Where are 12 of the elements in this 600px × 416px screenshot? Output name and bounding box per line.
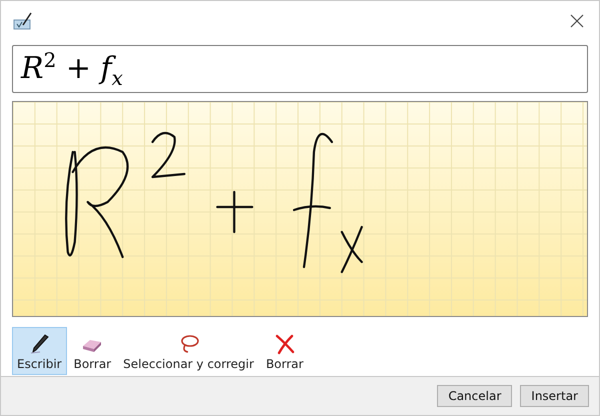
- dialog-button[interactable]: Insertar: [520, 385, 589, 407]
- clear-icon: [274, 333, 296, 355]
- app-icon: [13, 12, 33, 30]
- pen-icon: [28, 333, 50, 355]
- dialog-button[interactable]: Cancelar: [437, 385, 512, 407]
- close-icon[interactable]: [569, 13, 585, 29]
- writing-pad[interactable]: [12, 101, 588, 317]
- tool-button[interactable]: Seleccionar y corregir: [118, 327, 259, 375]
- tool-button[interactable]: Borrar: [68, 327, 116, 375]
- formula-text: R$^{2}$ + f$_{x}$: [21, 50, 123, 88]
- tool-button[interactable]: Borrar: [260, 327, 308, 375]
- tool-button[interactable]: Escribir: [12, 327, 67, 375]
